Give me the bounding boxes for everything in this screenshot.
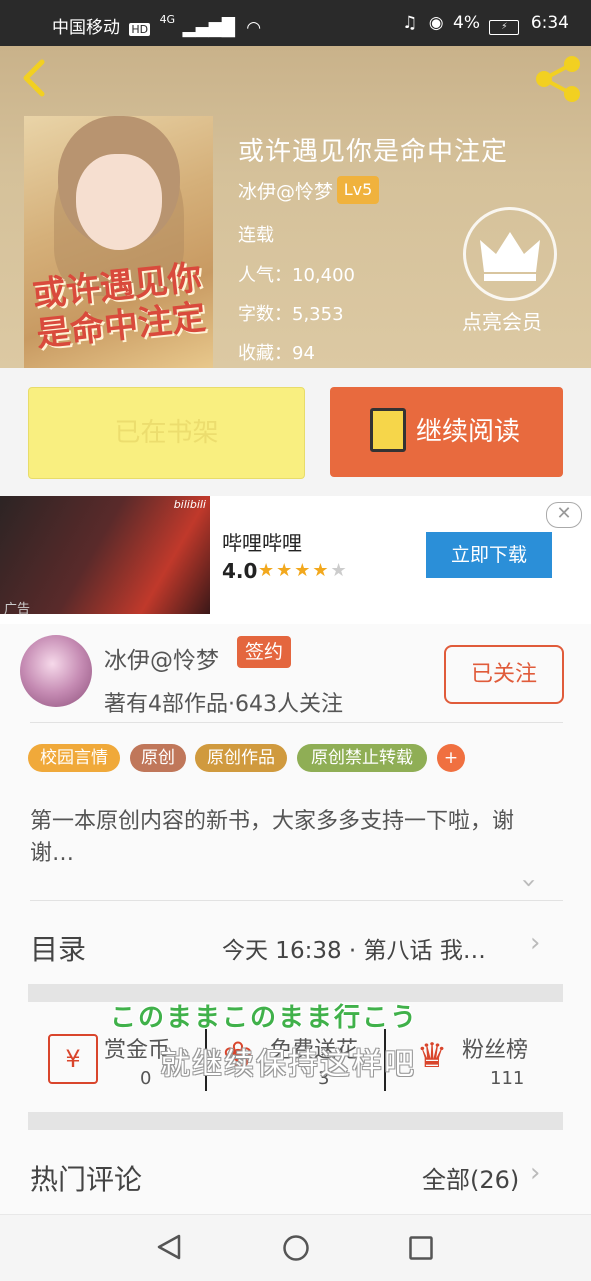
words-row: 字数：5,353: [238, 300, 344, 326]
book-author[interactable]: 冰伊@怜梦: [238, 177, 333, 204]
vip-label[interactable]: 点亮会员: [462, 306, 542, 335]
reward-fans-count: 111: [490, 1068, 525, 1089]
carrier-label: 中国移动: [52, 18, 120, 38]
section-gap: [28, 1112, 563, 1130]
toc-label[interactable]: 目录: [30, 928, 86, 968]
reward-coins-count: 0: [140, 1068, 152, 1089]
back-arrow-icon: [23, 59, 45, 97]
back-button[interactable]: [16, 58, 56, 98]
toc-latest-chapter[interactable]: 今天 16:38 · 第八话 我…: [222, 931, 486, 965]
wifi-icon: ◠: [246, 18, 262, 38]
cover-character: [76, 154, 162, 250]
continue-reading-button[interactable]: 继续阅读: [330, 387, 563, 477]
clock: 6:34: [530, 13, 569, 33]
lyric-overlay-chinese: 就继续保持这样吧: [160, 1047, 416, 1082]
share-icon: [536, 56, 580, 102]
add-tag-button[interactable]: +: [437, 744, 465, 772]
ad-stars: ★★★★★: [258, 560, 349, 581]
system-nav-bar: [0, 1214, 591, 1281]
words-value: 5,353: [292, 304, 344, 325]
divider: [30, 722, 563, 723]
tag-campus-romance[interactable]: 校园言情: [28, 744, 120, 772]
book-status: 连载: [238, 225, 274, 246]
favorites-label: 收藏：: [238, 343, 292, 364]
nav-recents-icon[interactable]: [408, 1235, 434, 1261]
book-title: 或许遇见你是命中注定: [238, 137, 509, 167]
book-description: 第一本原创内容的新书，大家多多支持一下啦，谢谢…: [30, 809, 515, 866]
vip-button[interactable]: [463, 207, 557, 301]
favorites-row: 收藏：94: [238, 339, 315, 365]
reward-fans-label[interactable]: 粉丝榜: [462, 1032, 528, 1064]
fan-rank-icon[interactable]: ♛: [410, 1034, 454, 1078]
popularity-label: 人气：: [238, 265, 292, 286]
cover-title: 或许遇见你是命中注定: [30, 257, 208, 355]
coin-reward-icon[interactable]: ¥: [48, 1034, 98, 1084]
book-icon: [370, 407, 406, 452]
book-cover: 或许遇见你是命中注定: [24, 116, 213, 368]
tag-original-work[interactable]: 原创作品: [195, 744, 287, 772]
author-level-badge: Lv5: [337, 176, 379, 204]
on-shelf-button[interactable]: 已在书架: [28, 387, 305, 479]
divider: [30, 900, 563, 901]
hd-badge: HD: [129, 23, 151, 36]
hot-comments-label: 热门评论: [30, 1163, 143, 1196]
favorites-value: 94: [292, 343, 315, 364]
words-label: 字数：: [238, 304, 292, 325]
expand-chevron-icon[interactable]: ›: [514, 878, 544, 888]
signal-icon: ▂▄▆█: [182, 18, 235, 38]
follow-button[interactable]: 已关注: [444, 645, 564, 704]
popularity-row: 人气：10,400: [238, 261, 355, 287]
crown-icon: [480, 232, 540, 281]
signed-badge: 签约: [237, 636, 291, 668]
share-button[interactable]: [532, 54, 584, 104]
comments-chevron-icon[interactable]: ›: [530, 1158, 540, 1188]
ad-app-name: 哔哩哔哩: [222, 531, 302, 555]
ad-watermark: bilibili: [173, 498, 206, 511]
author-avatar[interactable]: [20, 635, 92, 707]
ad-download-button[interactable]: 立即下载: [426, 532, 552, 578]
nav-back-icon[interactable]: [156, 1233, 182, 1261]
ad-rating: 4.0: [222, 559, 258, 583]
battery-percent: 4%: [453, 13, 480, 33]
toc-chevron-icon[interactable]: ›: [530, 928, 540, 958]
headphones-icon: ♫: [402, 13, 418, 33]
tag-original[interactable]: 原创: [130, 744, 186, 772]
network-label: 4G: [159, 13, 176, 26]
lyric-overlay-japanese: このままこのまま行こう: [110, 1003, 419, 1033]
nav-home-icon[interactable]: [282, 1234, 310, 1262]
tag-no-repost[interactable]: 原创禁止转载: [297, 744, 427, 772]
ad-image[interactable]: bilibili: [0, 496, 210, 614]
author-name[interactable]: 冰伊@怜梦: [104, 641, 219, 675]
all-comments-link[interactable]: 全部(26): [422, 1160, 519, 1195]
status-bar: 中国移动 HD 4G ▂▄▆█ ◠ ♫ ◉ 4% ⚡ 6:34: [0, 0, 591, 46]
ad-close-button[interactable]: ✕: [546, 502, 582, 528]
ad-star-empty: ★: [330, 560, 349, 581]
continue-reading-label: 继续阅读: [416, 417, 521, 447]
eye-icon: ◉: [428, 13, 444, 33]
author-stats: 著有4部作品·643人关注: [104, 692, 343, 717]
ad-tag: 广告: [4, 602, 31, 617]
ad-stars-filled: ★★★★: [258, 560, 331, 581]
popularity-value: 10,400: [292, 265, 355, 286]
battery-icon: ⚡: [489, 20, 520, 35]
